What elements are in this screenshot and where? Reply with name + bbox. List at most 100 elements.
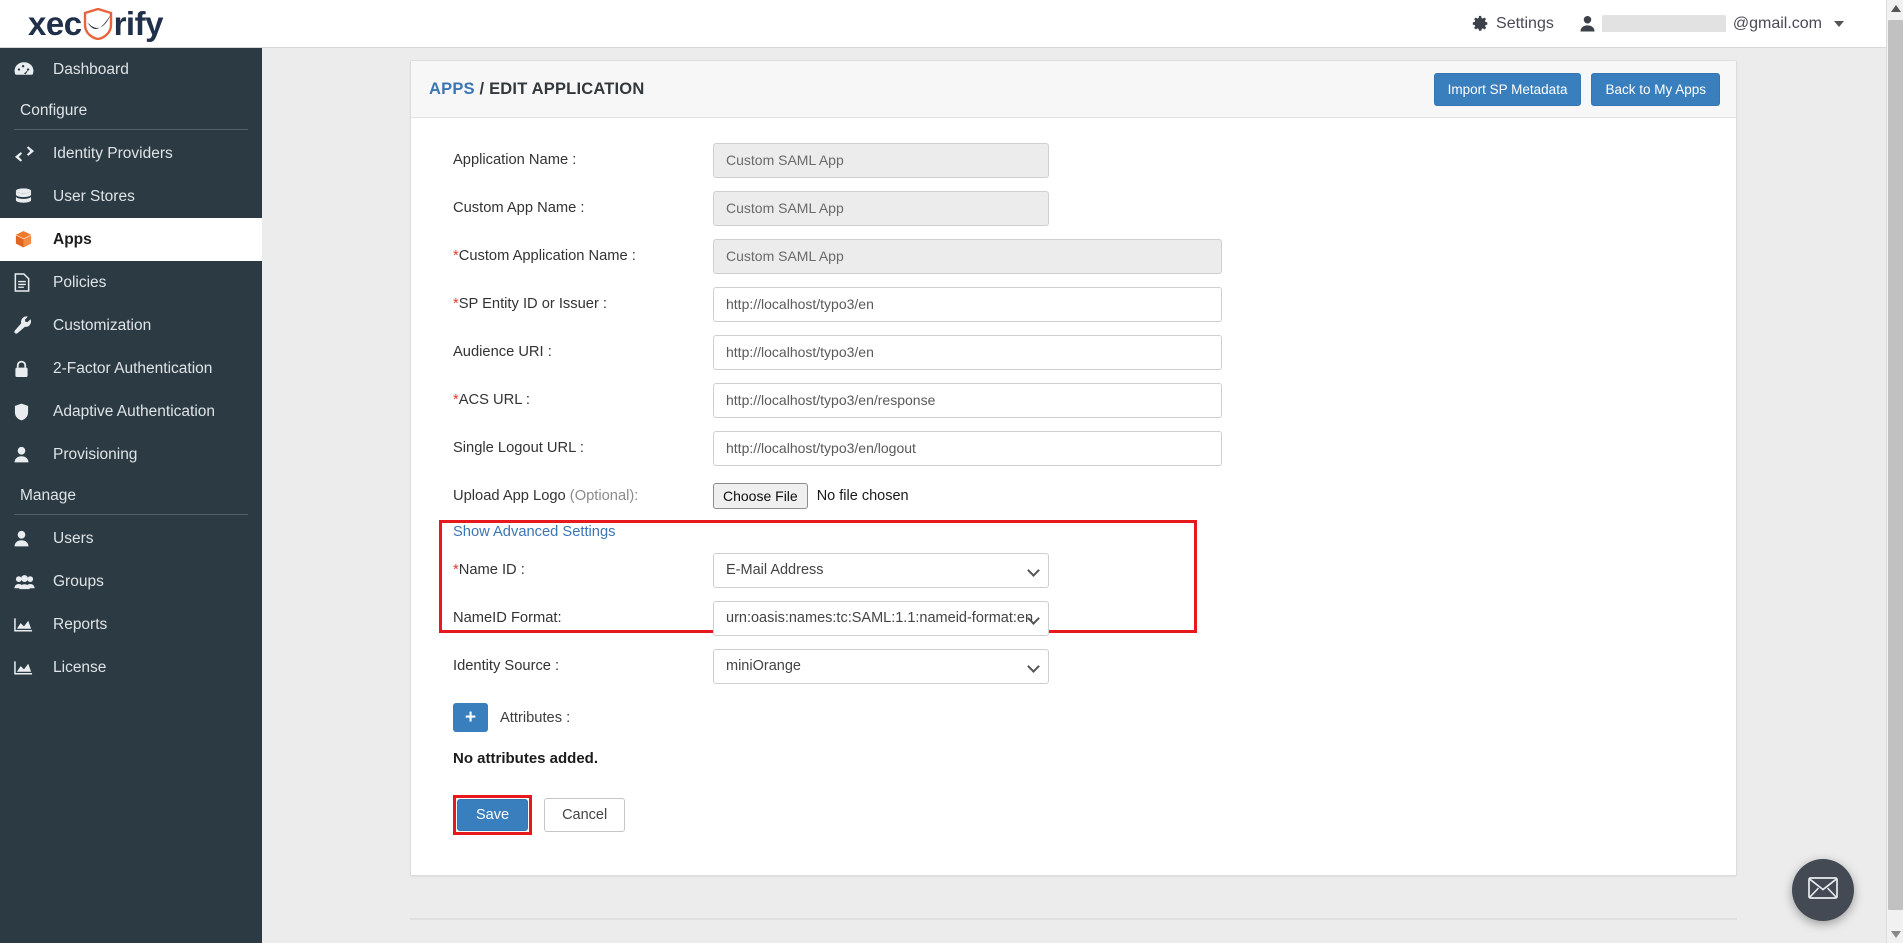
cancel-button[interactable]: Cancel <box>544 798 626 832</box>
sidebar-item-apps[interactable]: Apps <box>0 218 262 261</box>
sidebar-item-label: 2-Factor Authentication <box>53 359 213 377</box>
application-name-input: Custom SAML App <box>713 142 1049 178</box>
sidebar-item-provisioning[interactable]: Provisioning <box>0 433 262 476</box>
sp-entity-id-input[interactable]: http://localhost/typo3/en <box>713 286 1222 322</box>
label-sp-entity-id: *SP Entity ID or Issuer : <box>411 296 713 312</box>
audience-uri-input[interactable]: http://localhost/typo3/en <box>713 334 1222 370</box>
sidebar: Dashboard Configure Identity Providers U… <box>0 48 262 943</box>
form-row-single-logout-url: Single Logout URL : http://localhost/typ… <box>411 428 1736 468</box>
label-upload-app-logo: Upload App Logo (Optional): <box>411 488 713 504</box>
sidebar-section-manage: Manage <box>20 487 77 504</box>
sidebar-item-groups[interactable]: Groups <box>0 560 262 603</box>
name-id-select[interactable]: E-Mail Address <box>713 552 1049 588</box>
user-icon <box>14 530 44 547</box>
sidebar-item-dashboard[interactable]: Dashboard <box>0 48 262 91</box>
user-icon <box>14 446 44 463</box>
main-content: APPS / EDIT APPLICATION Import SP Metada… <box>262 48 1886 943</box>
file-status-text: No file chosen <box>816 488 909 504</box>
redacted-email-prefix <box>1601 15 1726 32</box>
import-sp-metadata-button[interactable]: Import SP Metadata <box>1433 72 1582 106</box>
dashboard-icon <box>14 61 44 78</box>
sidebar-item-label: Reports <box>53 615 108 633</box>
plus-icon: + <box>464 707 477 728</box>
add-attribute-button[interactable]: + <box>453 703 488 732</box>
scroll-down-arrow[interactable] <box>1887 926 1903 943</box>
sidebar-item-label: Apps <box>53 230 92 248</box>
exchange-arrows-icon <box>14 145 44 162</box>
edit-application-card: APPS / EDIT APPLICATION Import SP Metada… <box>410 60 1737 876</box>
identity-source-select[interactable]: miniOrange <box>713 648 1049 684</box>
name-id-selected-value: E-Mail Address <box>726 562 824 578</box>
label-custom-application-name: *Custom Application Name : <box>411 248 713 264</box>
nameid-format-select[interactable]: urn:oasis:names:tc:SAML:1.1:nameid-forma… <box>713 600 1049 636</box>
sidebar-item-license[interactable]: License <box>0 646 262 689</box>
custom-app-name-input: Custom SAML App <box>713 190 1049 226</box>
form-row-upload-logo: Upload App Logo (Optional): Choose File … <box>411 476 1736 516</box>
save-button[interactable]: Save <box>457 799 529 831</box>
sidebar-item-customization[interactable]: Customization <box>0 304 262 347</box>
chart-area-icon <box>14 617 44 633</box>
breadcrumb-apps-link[interactable]: APPS <box>429 80 475 98</box>
show-advanced-settings-link[interactable]: Show Advanced Settings <box>411 524 1736 540</box>
document-icon <box>14 273 44 292</box>
save-button-highlight: Save <box>453 795 533 835</box>
acs-url-input[interactable]: http://localhost/typo3/en/response <box>713 382 1222 418</box>
scrollbar-thumb[interactable] <box>1888 20 1903 910</box>
identity-source-selected-value: miniOrange <box>726 658 801 674</box>
label-optional: (Optional): <box>569 488 639 504</box>
sidebar-section-configure: Configure <box>20 102 88 119</box>
sidebar-item-label: User Stores <box>53 187 135 205</box>
label-name-id: *Name ID : <box>411 562 713 578</box>
sidebar-item-users[interactable]: Users <box>0 517 262 560</box>
envelope-icon <box>1808 876 1838 904</box>
label-acs-url: *ACS URL : <box>411 392 713 408</box>
form-row-name-id: *Name ID : E-Mail Address <box>411 550 1736 590</box>
form-row-custom-application-name: *Custom Application Name : Custom SAML A… <box>411 236 1736 276</box>
sidebar-item-label: Identity Providers <box>53 144 173 162</box>
form-row-identity-source: Identity Source : miniOrange <box>411 646 1736 686</box>
scroll-up-arrow[interactable] <box>1887 0 1903 17</box>
label-application-name: Application Name : <box>453 152 577 168</box>
brand-text-before: xec <box>28 5 82 42</box>
card-header-actions: Import SP Metadata Back to My Apps <box>1433 72 1720 106</box>
brand-text: xec rify <box>28 7 163 40</box>
sidebar-item-reports[interactable]: Reports <box>0 603 262 646</box>
form-row-nameid-format: NameID Format: urn:oasis:names:tc:SAML:1… <box>411 598 1736 638</box>
account-menu[interactable]: @gmail.com <box>1580 15 1844 33</box>
single-logout-url-input[interactable]: http://localhost/typo3/en/logout <box>713 430 1222 466</box>
label-custom-app-name: Custom App Name : <box>453 200 585 216</box>
chat-support-button[interactable] <box>1792 859 1854 921</box>
sidebar-item-label: Groups <box>53 572 104 590</box>
sidebar-item-adaptive-authentication[interactable]: Adaptive Authentication <box>0 390 262 433</box>
chevron-down-icon <box>1027 563 1040 577</box>
form-row-sp-entity-id: *SP Entity ID or Issuer : http://localho… <box>411 284 1736 324</box>
label-identity-source: Identity Source : <box>453 658 560 674</box>
form-row-custom-app-name: Custom App Name : Custom SAML App <box>411 188 1736 228</box>
user-icon <box>1580 15 1595 32</box>
brand-logo[interactable]: xec rify <box>28 7 163 40</box>
back-to-my-apps-button[interactable]: Back to My Apps <box>1591 72 1720 106</box>
box-icon <box>14 230 44 249</box>
sidebar-item-label: Adaptive Authentication <box>53 402 216 420</box>
form-row-application-name: Application Name : Custom SAML App <box>411 140 1736 180</box>
sidebar-divider <box>14 514 248 515</box>
sidebar-item-label: Customization <box>53 316 152 334</box>
settings-label: Settings <box>1496 14 1554 32</box>
shield-check-icon <box>83 7 113 40</box>
wrench-icon <box>14 316 44 335</box>
no-attributes-message: No attributes added. <box>453 750 599 767</box>
page-scrollbar[interactable] <box>1886 0 1903 943</box>
sidebar-item-user-stores[interactable]: User Stores <box>0 175 262 218</box>
sidebar-item-2fa[interactable]: 2-Factor Authentication <box>0 347 262 390</box>
account-email-suffix: @gmail.com <box>1732 14 1822 32</box>
choose-file-button[interactable]: Choose File <box>713 483 808 509</box>
brand-text-after: rify <box>113 5 164 42</box>
sidebar-item-label: Dashboard <box>53 60 129 78</box>
settings-button[interactable]: Settings <box>1472 15 1554 33</box>
sidebar-item-policies[interactable]: Policies <box>0 261 262 304</box>
sidebar-item-label: Policies <box>53 273 107 291</box>
sidebar-item-identity-providers[interactable]: Identity Providers <box>0 132 262 175</box>
breadcrumb: APPS / EDIT APPLICATION <box>429 80 644 99</box>
label-text: SP Entity ID or Issuer : <box>458 296 608 312</box>
label-text: Upload App Logo <box>453 488 570 504</box>
